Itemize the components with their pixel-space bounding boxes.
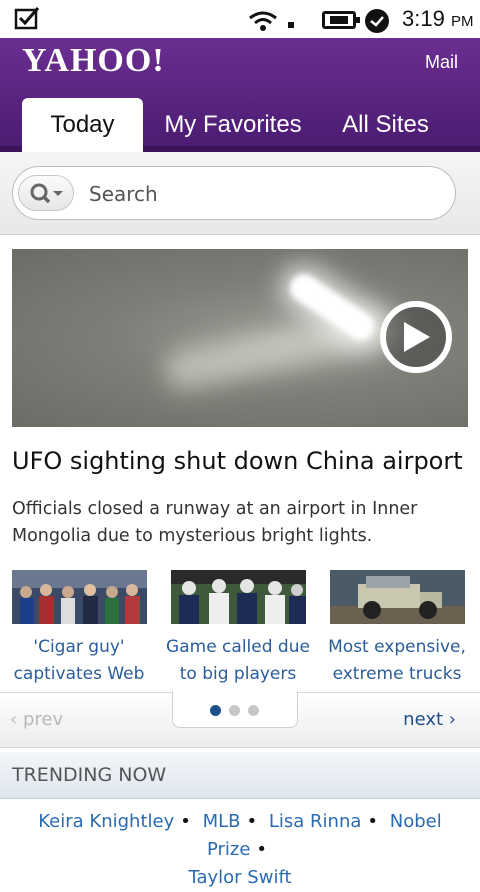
trending-title: TRENDING NOW [12, 764, 167, 786]
tab-today[interactable]: Today [22, 98, 143, 152]
story-pager: ‹ prev next › [0, 691, 480, 748]
trending-item[interactable]: Lisa Rinna [269, 811, 362, 832]
trending-item[interactable]: Keira Knightley [38, 811, 174, 832]
story-caption[interactable]: 'Cigar guy' captivates Web [4, 634, 154, 688]
story-card[interactable]: Most expensive, extreme trucks [322, 570, 472, 688]
page-dot[interactable] [229, 705, 240, 716]
search-input[interactable] [87, 178, 431, 210]
page-dot[interactable] [248, 705, 259, 716]
featured-video-image[interactable] [12, 249, 468, 427]
yahoo-header: YAHOO! Mail Today My Favorites All Sites [0, 38, 480, 152]
trending-header: TRENDING NOW [0, 752, 480, 799]
search-button[interactable] [18, 175, 74, 211]
battery-icon [322, 11, 360, 29]
featured-headline[interactable]: UFO sighting shut down China airport [12, 447, 463, 475]
chevron-left-icon: ‹ [10, 709, 18, 730]
story-card[interactable]: 'Cigar guy' captivates Web [4, 570, 154, 688]
trending-list: Keira Knightley • MLB • Lisa Rinna • Nobel … [38, 811, 442, 888]
story-thumbnail [11, 570, 147, 624]
story-thumbnail [329, 570, 465, 624]
tab-all-sites[interactable]: All Sites [328, 98, 443, 152]
page-dot-active[interactable] [210, 705, 221, 716]
next-button[interactable]: next › [403, 709, 456, 730]
search-bar [0, 152, 480, 235]
signal-dot-icon [288, 22, 294, 28]
wifi-icon [249, 11, 277, 31]
story-caption[interactable]: Most expensive, extreme trucks [322, 634, 472, 688]
yahoo-logo[interactable]: YAHOO! [22, 42, 165, 80]
status-time-ampm: PM [450, 13, 474, 30]
story-card[interactable]: Game called due to big players [163, 570, 313, 688]
chevron-right-icon: › [448, 709, 456, 730]
search-box[interactable] [12, 166, 456, 220]
chevron-down-icon [53, 191, 63, 196]
status-time-value: 3:19 [402, 6, 445, 31]
prev-label: prev [22, 709, 64, 730]
status-bar: 3:19 PM [0, 0, 480, 38]
notification-check-icon [14, 7, 40, 30]
play-icon[interactable] [380, 301, 452, 373]
tab-my-favorites[interactable]: My Favorites [158, 98, 308, 152]
page-indicator [172, 691, 298, 728]
prev-button[interactable]: ‹ prev [10, 709, 63, 730]
story-caption[interactable]: Game called due to big players [163, 634, 313, 688]
clock-icon [365, 9, 389, 33]
story-thumbnail [170, 570, 306, 624]
featured-summary: Officials closed a runway at an airport … [12, 499, 418, 546]
mail-link[interactable]: Mail [425, 52, 458, 73]
trending-item[interactable]: MLB [203, 811, 241, 832]
trending-item[interactable]: Taylor Swift [188, 867, 291, 888]
search-icon [30, 183, 63, 204]
next-label: next [403, 709, 444, 730]
status-time: 3:19 PM [402, 6, 473, 32]
